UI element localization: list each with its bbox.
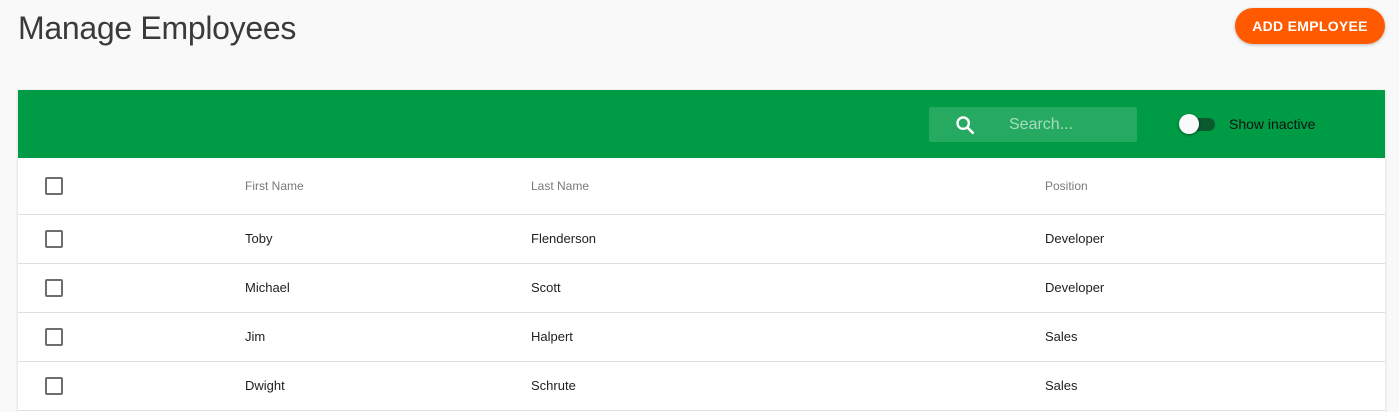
last-name-cell: Halpert	[531, 329, 573, 344]
page-title: Manage Employees	[18, 10, 297, 46]
search-icon	[956, 116, 975, 135]
last-name-cell: Scott	[531, 280, 561, 295]
first-name-cell: Jim	[245, 329, 266, 344]
column-header-position[interactable]: Position	[1045, 178, 1088, 194]
position-cell: Sales	[1045, 378, 1078, 393]
position-cell: Sales	[1045, 329, 1078, 344]
row-checkbox[interactable]	[45, 328, 63, 346]
select-all-checkbox[interactable]	[45, 177, 63, 195]
column-header-first-name[interactable]: First Name	[245, 178, 304, 194]
row-checkbox[interactable]	[45, 230, 63, 248]
manage-employees-page: Manage Employees ADD EMPLOYEE Show inact…	[0, 0, 1399, 412]
position-cell: Developer	[1045, 231, 1105, 246]
first-name-cell: Toby	[245, 231, 273, 246]
search-box[interactable]	[929, 107, 1139, 142]
toggle-thumb	[1179, 114, 1199, 134]
add-employee-button[interactable]: ADD EMPLOYEE	[1235, 8, 1385, 44]
column-header-last-name[interactable]: Last Name	[531, 178, 589, 194]
table-row[interactable]: Jim Halpert Sales	[18, 313, 1385, 362]
employees-table: First Name Last Name Position Toby Flend…	[18, 158, 1385, 411]
last-name-cell: Schrute	[531, 378, 576, 393]
table-row[interactable]: Dwight Schrute Sales	[18, 362, 1385, 411]
position-cell: Developer	[1045, 280, 1105, 295]
employees-card: Show inactive First Name Last Name Posit…	[18, 90, 1385, 412]
table-toolbar: Show inactive	[18, 90, 1385, 158]
search-input[interactable]	[1001, 107, 1139, 142]
table-header-row: First Name Last Name Position	[18, 158, 1385, 215]
row-checkbox[interactable]	[45, 279, 63, 297]
table-row[interactable]: Toby Flenderson Developer	[18, 215, 1385, 264]
first-name-cell: Dwight	[245, 378, 285, 393]
last-name-cell: Flenderson	[531, 231, 597, 246]
show-inactive-toggle[interactable]	[1179, 112, 1219, 136]
table-row[interactable]: Michael Scott Developer	[18, 264, 1385, 313]
row-checkbox[interactable]	[45, 377, 63, 395]
show-inactive-label: Show inactive	[1229, 116, 1316, 132]
first-name-cell: Michael	[245, 280, 290, 295]
